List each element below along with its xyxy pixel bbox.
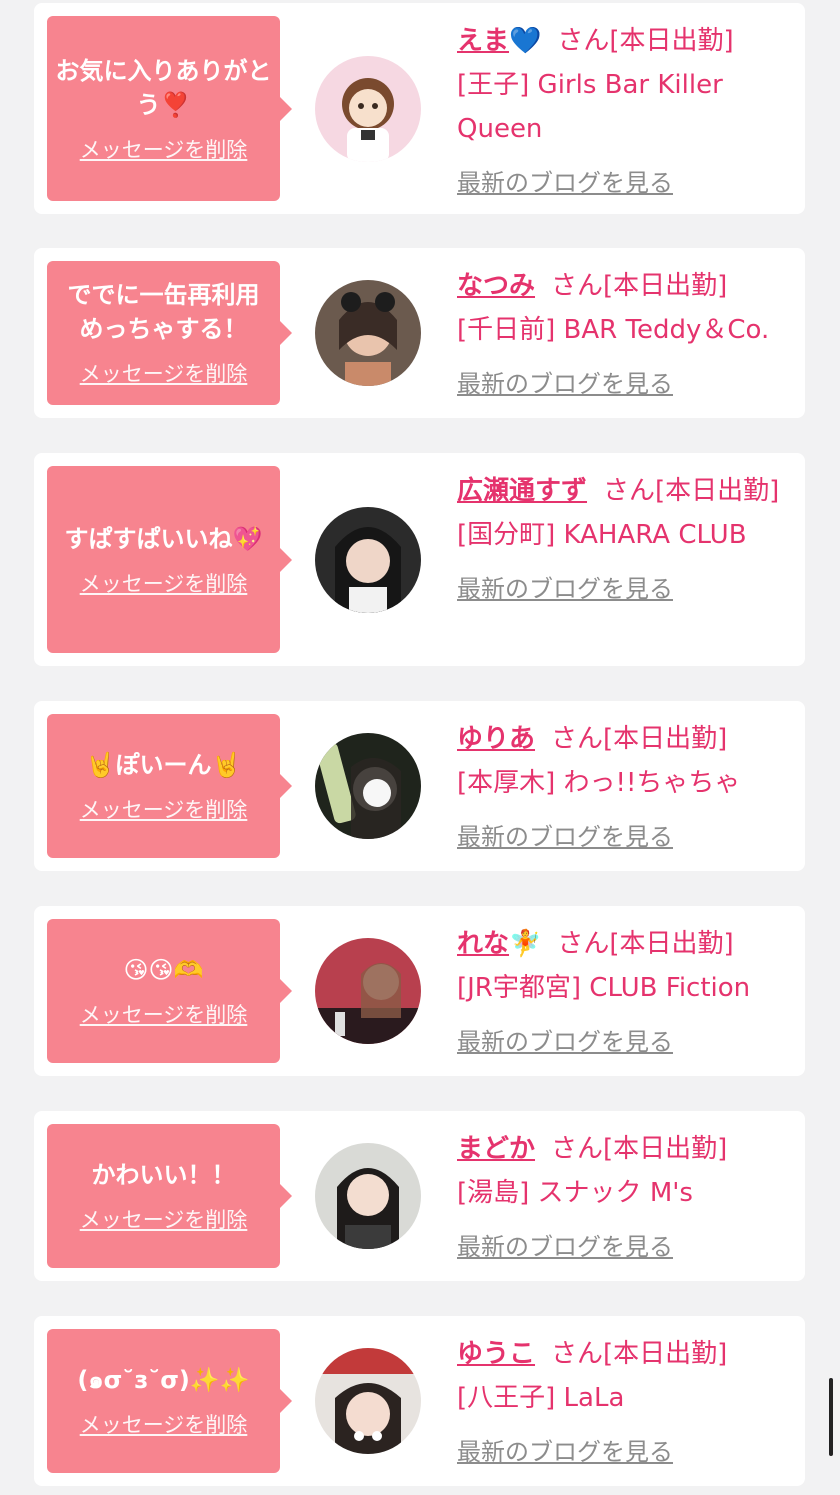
- message-bubble: ででに一缶再利用めっちゃする！ メッセージを削除: [47, 261, 292, 405]
- latest-blog-link[interactable]: 最新のブログを見る: [457, 567, 673, 611]
- san-label: さん: [551, 271, 604, 301]
- name-emoji: 🧚: [509, 929, 542, 959]
- latest-blog-link[interactable]: 最新のブログを見る: [457, 1430, 673, 1474]
- delete-message-link[interactable]: メッセージを削除: [80, 358, 248, 388]
- message-text: かわいい！！: [91, 1161, 236, 1189]
- delete-message-link[interactable]: メッセージを削除: [80, 134, 248, 164]
- cast-info: れな🧚 さん[本日出勤] [JR宇都宮] CLUB Fiction 最新のブログを…: [457, 922, 785, 1064]
- list-item: すぱすぱいいね💖 メッセージを削除 広瀬通すず さん[本日出勤] [国分町] KA…: [34, 453, 805, 666]
- cast-info: ゆりあ さん[本日出勤] [本厚木] わっ!!ちゃちゃ 最新のブログを見る: [457, 717, 785, 859]
- san-label: さん: [551, 1134, 604, 1164]
- cast-name-link[interactable]: なつみ: [457, 271, 535, 301]
- shop-name: [本厚木] わっ!!ちゃちゃ: [457, 768, 741, 798]
- latest-blog-link[interactable]: 最新のブログを見る: [457, 815, 673, 859]
- san-label: さん: [603, 476, 656, 506]
- latest-blog-link[interactable]: 最新のブログを見る: [457, 362, 673, 406]
- cast-info: えま💙 さん[本日出勤] [王子] Girls Bar Killer Queen …: [457, 19, 785, 205]
- cast-name-link[interactable]: まどか: [457, 1134, 535, 1164]
- san-label: さん: [551, 1339, 604, 1369]
- shop-name: [国分町] KAHARA CLUB: [457, 520, 747, 550]
- status-label: [本日出勤]: [655, 476, 780, 506]
- shop-name: [湯島] スナック M's: [457, 1178, 693, 1208]
- avatar[interactable]: [315, 1348, 421, 1454]
- shop-name: [王子] Girls Bar Killer Queen: [457, 70, 723, 144]
- cast-name-link[interactable]: れな: [457, 929, 509, 959]
- status-label: [本日出勤]: [603, 1339, 728, 1369]
- shop-name: [千日前] BAR Teddy＆Co.: [457, 315, 770, 345]
- message-text: ででに一缶再利用めっちゃする！: [67, 281, 260, 343]
- message-text: 😘😘🫶: [123, 956, 204, 984]
- status-label: [本日出勤]: [609, 26, 734, 56]
- list-item: (๑σ˘з˘σ)✨✨ メッセージを削除 ゆうこ さん[本日出勤] [八王子] La…: [34, 1316, 805, 1486]
- cast-name-link[interactable]: 広瀬通すず: [457, 476, 587, 506]
- delete-message-link[interactable]: メッセージを削除: [80, 794, 248, 824]
- cast-name-link[interactable]: ゆうこ: [457, 1339, 535, 1369]
- latest-blog-link[interactable]: 最新のブログを見る: [457, 1020, 673, 1064]
- delete-message-link[interactable]: メッセージを削除: [80, 1204, 248, 1234]
- cast-info: まどか さん[本日出勤] [湯島] スナック M's 最新のブログを見る: [457, 1127, 785, 1269]
- cast-info: なつみ さん[本日出勤] [千日前] BAR Teddy＆Co. 最新のブログを見…: [457, 264, 785, 406]
- message-text: すぱすぱいいね💖: [64, 524, 263, 553]
- status-label: [本日出勤]: [603, 724, 728, 754]
- shop-name: [JR宇都宮] CLUB Fiction: [457, 973, 751, 1003]
- status-label: [本日出勤]: [603, 271, 728, 301]
- list-item: 🤘ぽいーん🤘 メッセージを削除 ゆりあ さん[本日出勤] [本厚木] わっ!!ちゃ…: [34, 701, 805, 871]
- list-item: 😘😘🫶 メッセージを削除 れな🧚 さん[本日出勤] [JR宇都宮] CLUB Fi…: [34, 906, 805, 1076]
- message-bubble: すぱすぱいいね💖 メッセージを削除: [47, 466, 292, 653]
- latest-blog-link[interactable]: 最新のブログを見る: [457, 161, 673, 205]
- avatar[interactable]: [315, 938, 421, 1044]
- message-text: お気に入りありがとう❣️: [55, 56, 272, 119]
- cast-info: ゆうこ さん[本日出勤] [八王子] LaLa 最新のブログを見る: [457, 1332, 785, 1474]
- avatar[interactable]: [315, 56, 421, 162]
- message-bubble: 🤘ぽいーん🤘 メッセージを削除: [47, 714, 292, 858]
- cast-name-link[interactable]: えま: [457, 26, 509, 56]
- delete-message-link[interactable]: メッセージを削除: [80, 999, 248, 1029]
- message-bubble: (๑σ˘з˘σ)✨✨ メッセージを削除: [47, 1329, 292, 1473]
- avatar[interactable]: [315, 733, 421, 839]
- list-item: かわいい！！ メッセージを削除 まどか さん[本日出勤] [湯島] スナック M'…: [34, 1111, 805, 1281]
- status-label: [本日出勤]: [603, 1134, 728, 1164]
- list-item: ででに一缶再利用めっちゃする！ メッセージを削除 なつみ さん[本日出勤] [千日…: [34, 248, 805, 418]
- name-emoji: 💙: [509, 26, 542, 56]
- avatar[interactable]: [315, 507, 421, 613]
- avatar[interactable]: [315, 1143, 421, 1249]
- san-label: さん: [557, 26, 610, 56]
- san-label: さん: [557, 929, 610, 959]
- avatar[interactable]: [315, 280, 421, 386]
- status-label: [本日出勤]: [609, 929, 734, 959]
- list-item: お気に入りありがとう❣️ メッセージを削除 えま💙 さん[本日出勤] [王子] G…: [34, 3, 805, 214]
- message-bubble: お気に入りありがとう❣️ メッセージを削除: [47, 16, 292, 201]
- message-text: (๑σ˘з˘σ)✨✨: [77, 1366, 250, 1394]
- cast-info: 広瀬通すず さん[本日出勤] [国分町] KAHARA CLUB 最新のブログを見…: [457, 469, 785, 611]
- latest-blog-link[interactable]: 最新のブログを見る: [457, 1225, 673, 1269]
- san-label: さん: [551, 724, 604, 754]
- delete-message-link[interactable]: メッセージを削除: [80, 1409, 248, 1439]
- shop-name: [八王子] LaLa: [457, 1383, 625, 1413]
- cast-name-link[interactable]: ゆりあ: [457, 724, 535, 754]
- message-bubble: かわいい！！ メッセージを削除: [47, 1124, 292, 1268]
- delete-message-link[interactable]: メッセージを削除: [80, 568, 248, 598]
- message-text: 🤘ぽいーん🤘: [85, 751, 242, 779]
- message-bubble: 😘😘🫶 メッセージを削除: [47, 919, 292, 1063]
- scrollbar[interactable]: [829, 1378, 833, 1456]
